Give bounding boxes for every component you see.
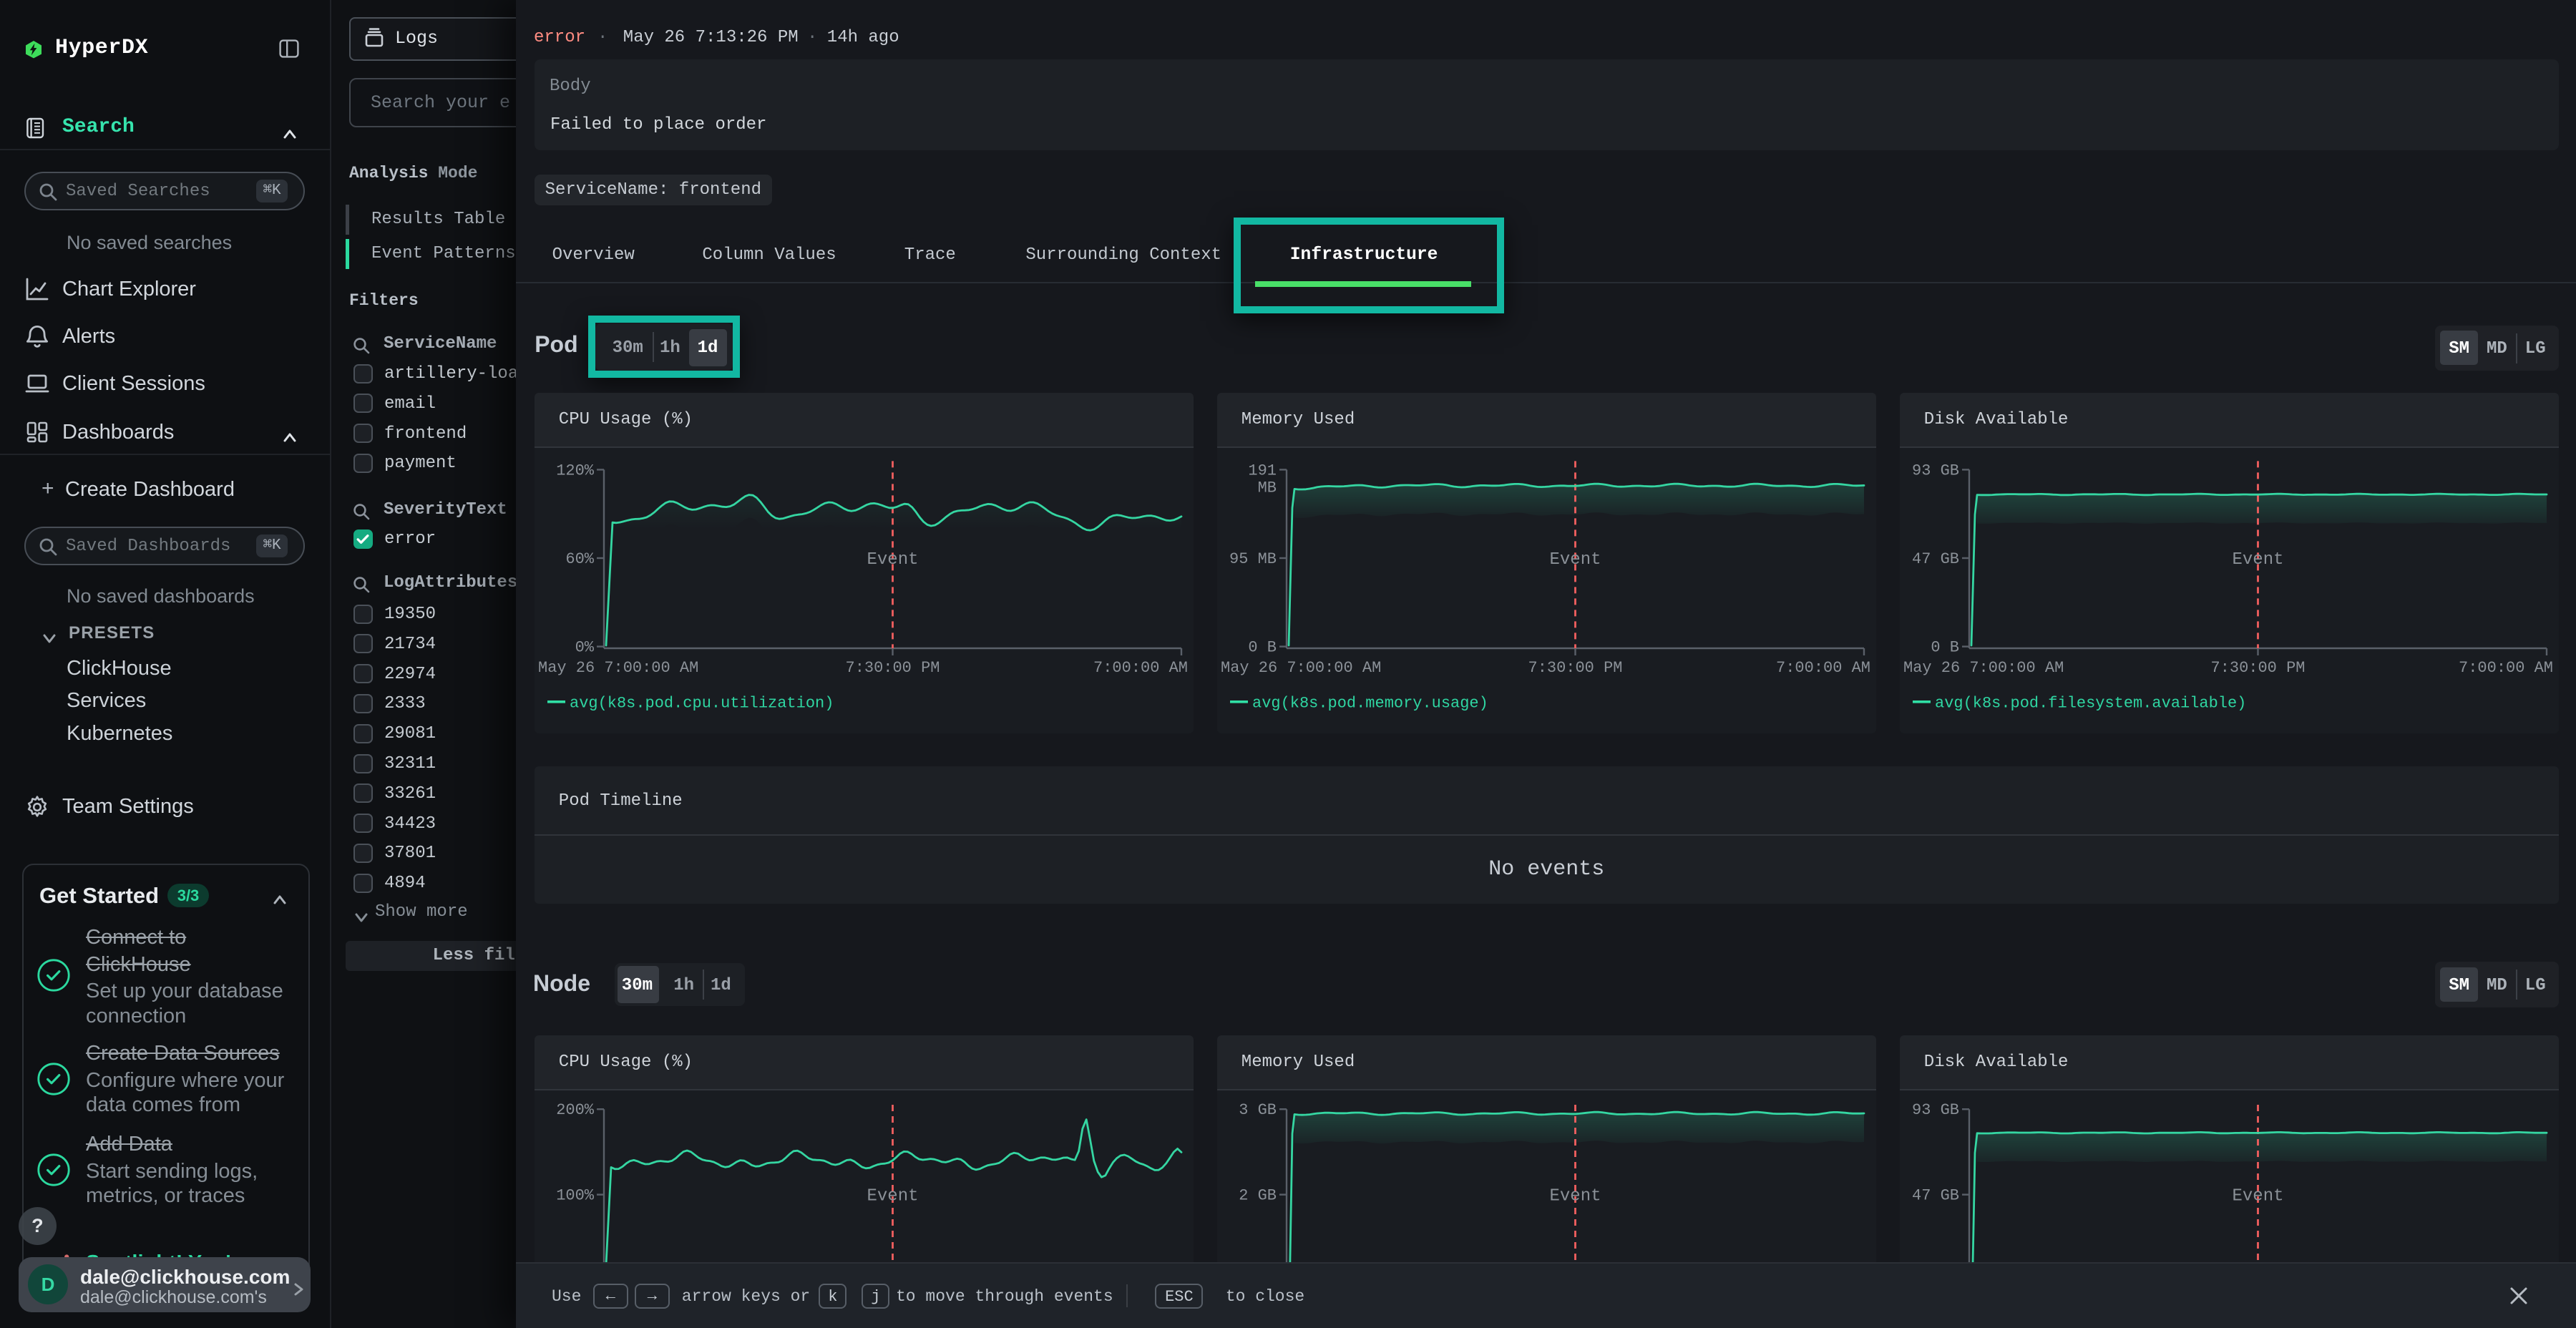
svg-text:0 B: 0 B	[1931, 638, 1959, 656]
svg-text:0 B: 0 B	[1248, 638, 1277, 656]
svg-text:47 GB: 47 GB	[1912, 550, 1959, 568]
svg-text:Event: Event	[1549, 550, 1601, 570]
svg-text:Event: Event	[1549, 1187, 1601, 1206]
svg-text:7:30:00 PM: 7:30:00 PM	[2210, 659, 2305, 677]
svg-text:MB: MB	[1257, 479, 1276, 497]
svg-text:3 GB: 3 GB	[1239, 1101, 1277, 1119]
svg-text:avg(k8s.pod.cpu.utilization): avg(k8s.pod.cpu.utilization)	[570, 694, 834, 712]
svg-text:95 MB: 95 MB	[1229, 550, 1277, 568]
svg-text:93 GB: 93 GB	[1912, 462, 1959, 479]
svg-text:avg(k8s.pod.memory.usage): avg(k8s.pod.memory.usage)	[1252, 694, 1488, 712]
svg-text:Event: Event	[2232, 550, 2283, 570]
svg-text:7:00:00 AM: 7:00:00 AM	[2459, 659, 2553, 677]
svg-text:191: 191	[1248, 462, 1277, 479]
svg-text:7:00:00 AM: 7:00:00 AM	[1093, 659, 1188, 677]
svg-text:May 26 7:00:00 AM: May 26 7:00:00 AM	[1903, 659, 2064, 677]
svg-text:avg(k8s.pod.filesystem.availab: avg(k8s.pod.filesystem.available)	[1935, 694, 2246, 712]
svg-text:0%: 0%	[575, 638, 594, 656]
svg-text:60%: 60%	[565, 550, 594, 568]
svg-text:May 26 7:00:00 AM: May 26 7:00:00 AM	[538, 659, 698, 677]
svg-text:93 GB: 93 GB	[1912, 1101, 1959, 1119]
svg-text:120%: 120%	[556, 462, 595, 479]
svg-text:7:30:00 PM: 7:30:00 PM	[1528, 659, 1622, 677]
svg-text:200%: 200%	[556, 1101, 595, 1119]
svg-text:47 GB: 47 GB	[1912, 1187, 1959, 1205]
svg-text:Event: Event	[2232, 1187, 2283, 1206]
svg-text:100%: 100%	[556, 1187, 595, 1205]
svg-text:2 GB: 2 GB	[1239, 1187, 1277, 1205]
svg-text:7:30:00 PM: 7:30:00 PM	[845, 659, 940, 677]
svg-text:7:00:00 AM: 7:00:00 AM	[1776, 659, 1870, 677]
svg-text:Event: Event	[867, 1187, 918, 1206]
svg-text:May 26 7:00:00 AM: May 26 7:00:00 AM	[1221, 659, 1381, 677]
svg-text:Event: Event	[867, 550, 918, 570]
